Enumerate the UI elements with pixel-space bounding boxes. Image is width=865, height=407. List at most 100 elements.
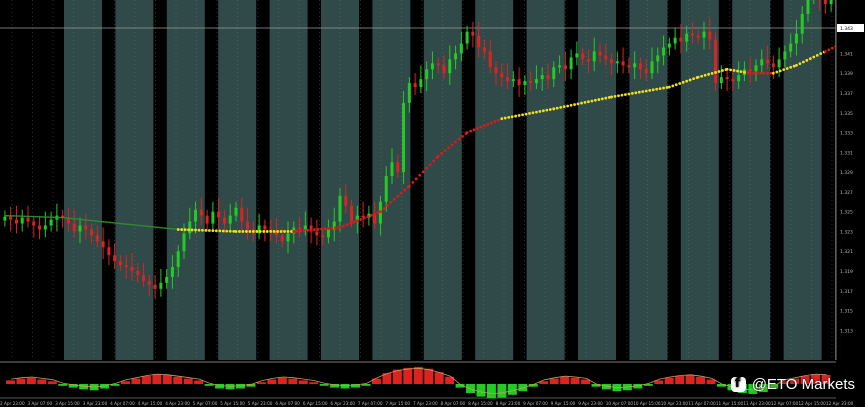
- ma-dot: [510, 115, 514, 119]
- indicator-bar: [183, 378, 193, 384]
- price-chart: 1.341 1.339 1.337 1.335 1.333 1.331 1.329 1.327…: [0, 0, 865, 406]
- candle: [471, 31, 475, 36]
- ma-dot: [306, 228, 310, 232]
- x-tick-label: 11 Apr 15:00: [716, 401, 744, 406]
- ma-dot: [732, 69, 736, 72]
- candle: [419, 79, 423, 88]
- ma-dot: [299, 229, 303, 233]
- candle: [731, 79, 735, 82]
- ma-dot: [517, 114, 521, 117]
- ma-dot: [486, 122, 490, 126]
- ma-dot: [685, 79, 689, 83]
- ma-dot: [411, 180, 415, 184]
- ma-dot: [514, 114, 518, 118]
- candle: [477, 35, 481, 48]
- ma-dot: [238, 230, 241, 233]
- session-band: [526, 0, 565, 360]
- candle: [442, 65, 446, 74]
- ma-dot: [597, 98, 601, 101]
- candle: [101, 241, 105, 248]
- x-tick-label: 4 Apr 07:00: [110, 401, 135, 406]
- indicator-bar: [173, 376, 183, 384]
- candle: [581, 53, 585, 60]
- ma-dot: [778, 69, 782, 73]
- ma-dot: [538, 110, 542, 113]
- ma-dot: [681, 80, 685, 84]
- candle: [142, 274, 146, 281]
- candle: [708, 31, 712, 40]
- ma-dot: [610, 95, 613, 99]
- candle: [702, 31, 706, 38]
- ma-dot: [580, 101, 583, 105]
- ma-dot: [755, 71, 759, 75]
- ma-dot: [688, 78, 692, 82]
- x-tick-label: 9 Apr 15:00: [551, 401, 576, 406]
- ma-dot: [795, 63, 798, 67]
- ma-dot: [352, 220, 356, 224]
- indicator-bar: [403, 367, 413, 384]
- candle: [9, 216, 13, 220]
- ma-dot: [194, 228, 197, 232]
- candle: [113, 255, 117, 262]
- ma-dot: [258, 230, 262, 233]
- ma-dot: [327, 227, 330, 230]
- candle: [656, 55, 660, 62]
- indicator-bar: [16, 378, 26, 384]
- ma-dot: [373, 212, 377, 216]
- x-tick-label: 3 Apr 15:00: [55, 401, 80, 406]
- x-tick-label: 6 Apr 23:00: [330, 401, 355, 406]
- ma-dot: [214, 229, 218, 233]
- candle: [43, 225, 47, 230]
- ma-dot: [183, 228, 187, 232]
- ma-dot: [461, 134, 464, 138]
- session-band: [269, 0, 308, 360]
- session-band: [475, 0, 514, 360]
- ma-dot: [545, 108, 549, 112]
- indicator-bar: [319, 384, 329, 386]
- indicator-bar: [162, 375, 172, 384]
- ma-dot: [555, 106, 559, 110]
- candle: [592, 51, 596, 62]
- ma-dot: [775, 70, 779, 74]
- x-tick-label: 10 Apr 15:00: [633, 401, 661, 406]
- ma-dot: [743, 70, 746, 74]
- x-tick-label: 7 Apr 23:00: [413, 401, 438, 406]
- candle: [783, 51, 787, 60]
- ma-dot: [355, 219, 359, 223]
- ma-dot: [785, 67, 789, 70]
- ma-dot: [600, 97, 604, 101]
- ma-dot: [392, 197, 396, 201]
- candle: [3, 216, 7, 221]
- ma-dot: [721, 69, 724, 72]
- ma-dot: [528, 112, 531, 115]
- indicator-bar: [141, 375, 151, 384]
- candle: [390, 162, 394, 177]
- ma-dot: [469, 129, 472, 133]
- candle: [488, 51, 492, 68]
- ma-dot: [830, 46, 834, 50]
- y-tick-label: 1.317: [840, 289, 853, 295]
- ma-dot: [703, 73, 707, 77]
- ma-dot: [349, 222, 352, 225]
- candle: [714, 39, 718, 84]
- y-tick-label: 1.329: [840, 170, 853, 176]
- candle: [604, 55, 608, 60]
- candle: [506, 77, 510, 82]
- ma-dot: [443, 149, 447, 152]
- ma-dot: [641, 90, 645, 94]
- x-tick-label: 2 Apr 23:00: [0, 401, 25, 406]
- ma-dot: [248, 230, 252, 233]
- session-band: [732, 0, 771, 360]
- indicator-bar: [6, 380, 15, 384]
- ma-dot: [320, 227, 323, 231]
- candle: [540, 75, 544, 80]
- candle: [771, 63, 775, 68]
- ma-dot: [658, 87, 662, 91]
- candle: [725, 77, 729, 80]
- x-tick-label: 5 Apr 15:00: [220, 401, 245, 406]
- ma-dot: [316, 227, 320, 231]
- ma-dot: [450, 143, 454, 147]
- indicator-bar: [706, 379, 716, 384]
- candle: [407, 83, 411, 103]
- indicator-bar: [26, 377, 36, 384]
